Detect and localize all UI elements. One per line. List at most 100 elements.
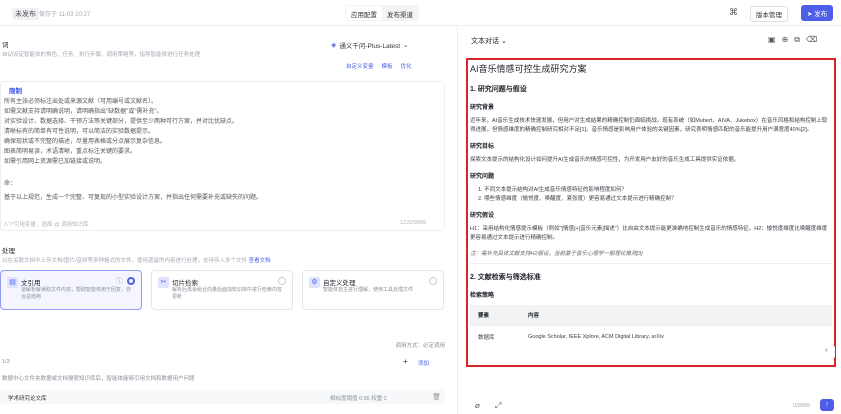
delete-icon[interactable]: ⌫ bbox=[806, 35, 817, 45]
prompt-label: 词 bbox=[2, 42, 9, 49]
config-pane: 词 自动设定智能体的角色、任务、执行步骤、调用策略等，指导智能体进行任务处理 ◈… bbox=[0, 26, 457, 414]
collapse-chevron-icon[interactable]: ‹ bbox=[825, 345, 835, 359]
kb-item[interactable]: 学术研究论文库 相似度阈值 0.65 权重 2 🗑 bbox=[0, 390, 445, 404]
prompt-line: 清晰标有的简单有可性说明，可以简洁的实验数据提示。 bbox=[4, 129, 155, 135]
paragraph: 探索文本提示的结构化设计如何提升AI生成音乐的情感可控性，为开发用户友好的音乐生… bbox=[470, 157, 740, 163]
kb-item-meta: 相似度阈值 0.65 权重 2 bbox=[330, 396, 387, 402]
subheading: 研究假设 bbox=[470, 213, 495, 219]
save-icon[interactable]: ▣ bbox=[768, 35, 776, 45]
prompt-heading: 限制 bbox=[9, 88, 22, 95]
copy-icon[interactable]: ⧉ bbox=[794, 35, 800, 45]
table-header: 要素 bbox=[470, 305, 520, 326]
table-header-row: 要素 内容 bbox=[470, 305, 832, 326]
card-title: 文引用 bbox=[21, 280, 41, 287]
table-cell: Google Scholar, IEEE Xplore, ACM Digital… bbox=[520, 325, 832, 348]
share-icon[interactable]: ⊕ bbox=[782, 35, 789, 45]
view-docs-link[interactable]: 查看文档 bbox=[249, 258, 271, 264]
table-header: 内容 bbox=[520, 305, 832, 326]
doc-icon: ▤ bbox=[7, 277, 18, 288]
template-button[interactable]: 模板 bbox=[382, 62, 393, 70]
card-desc: 解析后再会组合向量后面加知识库中进行检索内容更新 bbox=[172, 287, 283, 300]
card-file-reference[interactable]: ▤ 文引用 适解析解读取文件内容，帮助智能体用于回复，自合总结用 ⓘ bbox=[0, 270, 142, 310]
prompt-line: 确保现状或不完整的描述，尽量用表格或分点展示复杂信息。 bbox=[4, 139, 167, 145]
card-custom-processing[interactable]: ⚙ 自定义处理 智能体自主进行理解，使用工具处理文件 bbox=[302, 270, 444, 310]
kb-desc: 数据中心文件夹数据或文档搜索知识库后，智能体能够引用文档和数据用户问题 bbox=[2, 376, 195, 382]
saved-timestamp: 保存于 11-03 20:27 bbox=[39, 12, 91, 18]
prompt-line: 所有主张必须标注出处或来源文献（可用编号或文献名）。 bbox=[4, 99, 158, 105]
kb-item-name: 学术研究论文库 bbox=[8, 396, 47, 402]
response-document: AI音乐情感可控生成研究方案 1. 研究问题与假设 研究背景 近年来，AI音乐生… bbox=[466, 58, 836, 367]
tab-app-config[interactable]: 应用配置 bbox=[346, 6, 382, 20]
model-select[interactable]: ◈ 通义千问-Plus-Latest ⌄ bbox=[331, 39, 443, 51]
card-slice-search[interactable]: ✂ 切片检索 解析后再会组合向量后面加知识库中进行检索内容更新 bbox=[151, 270, 293, 310]
kb-count: 1/3 bbox=[2, 359, 10, 365]
chat-title-text: 文本对话 bbox=[471, 38, 499, 45]
card-title: 切片检索 bbox=[172, 280, 198, 287]
file-processing-text: 以在关联文档中上传文档/图片/音频等多种格式的文件，使用遗留的内容进行处理，支持… bbox=[2, 258, 248, 264]
paragraph: 近年来，AI音乐生成技术快速发展，但用户对生成结果的精确控制仍面临挑战。现有系统… bbox=[470, 118, 828, 133]
custom-icon: ⚙ bbox=[309, 277, 320, 288]
section-heading: 1. 研究问题与假设 bbox=[470, 86, 527, 93]
tab-publish-channel[interactable]: 发布渠道 bbox=[382, 6, 418, 20]
paragraph: H1：采用结构化情感提示模板（例如"[情感]+[音乐元素]描述"）比自由文本提示… bbox=[470, 226, 828, 241]
note: 注：需补充具体文献支持H2假设，当前基于音乐心理学一般理论推测[3] bbox=[470, 251, 643, 257]
doc-title: AI音乐情感可控生成研究方案 bbox=[470, 64, 587, 74]
card-desc: 智能体自主进行理解，使用工具处理文件 bbox=[323, 287, 414, 293]
radio-selected[interactable] bbox=[127, 277, 135, 285]
send-button[interactable]: ↑ bbox=[820, 399, 834, 411]
prompt-line: 基于以上规范，生成一个完整、可复现的小型实验设计方案，并指出任何需要补充或缺失的… bbox=[4, 195, 263, 201]
subheading: 研究问题 bbox=[470, 174, 495, 180]
prompt-line: 如需文献支持请明确说明，请明确指出"缺数据"或"需补充"。 bbox=[4, 109, 163, 115]
prompt-tools: 自定义变量 模板 优化 bbox=[346, 62, 412, 70]
file-processing-desc: 以在关联文档中上传文档/图片/音频等多种格式的文件，使用遗留的内容进行处理，支持… bbox=[2, 256, 271, 264]
prompt-line: 对实验设计、数据选择、干预方法等关键部分，提供至少两种可行方案，并对比优缺点。 bbox=[4, 119, 239, 125]
info-icon[interactable]: ⓘ bbox=[116, 276, 123, 286]
subheading: 研究背景 bbox=[470, 105, 495, 111]
top-bar: 未发布 保存于 11-03 20:27 应用配置 发布渠道 ⌘ 版本管理 ➤ 发… bbox=[0, 0, 841, 26]
call-method-select[interactable]: 调用方式：必定调用 bbox=[395, 341, 445, 349]
prompt-footer-hint: 入"/"引用变量，选择 @ 调用知识库 bbox=[3, 222, 89, 228]
chat-title[interactable]: 文本对话 ⌄ bbox=[471, 36, 507, 46]
prompt-line: 命： bbox=[4, 181, 17, 187]
delete-icon[interactable]: 🗑 bbox=[432, 393, 441, 401]
table-cell: 数据库 bbox=[470, 325, 520, 348]
section-heading: 2. 文献检索与筛选标准 bbox=[470, 274, 541, 281]
prompt-editor[interactable]: 限制 所有主张必须标注出处或来源文献（可用编号或文献名）。 如需文献支持请明确说… bbox=[0, 81, 445, 231]
model-name: 通义千问-Plus-Latest bbox=[339, 43, 401, 50]
grid-icon[interactable]: ⌘ bbox=[729, 7, 738, 18]
slice-icon: ✂ bbox=[158, 277, 169, 288]
mode-tabs: 应用配置 发布渠道 bbox=[345, 5, 419, 21]
chat-toolbar: ▣ ⊕ ⧉ ⌫ bbox=[768, 35, 817, 45]
strategy-table: 要素 内容 数据库 Google Scholar, IEEE Xplore, A… bbox=[470, 305, 832, 348]
chat-input-bar: ⌀ ⤢ 0/9999 ↑ bbox=[466, 398, 836, 412]
publish-label: 发布 bbox=[814, 11, 828, 18]
file-processing-title: 处理 bbox=[2, 248, 15, 255]
model-icon: ◈ bbox=[331, 42, 337, 49]
card-title: 自定义处理 bbox=[323, 280, 356, 287]
version-button[interactable]: 版本管理 bbox=[750, 6, 788, 22]
prompt-char-count: 1222/9999 bbox=[400, 220, 426, 226]
add-button[interactable]: 添加 bbox=[418, 359, 429, 367]
table-row: 数据库 Google Scholar, IEEE Xplore, ACM Dig… bbox=[470, 325, 832, 348]
publish-button[interactable]: ➤ 发布 bbox=[801, 5, 834, 21]
prompt-line: 如需引用网上资源需已加链接或说明。 bbox=[4, 159, 107, 165]
radio[interactable] bbox=[278, 277, 286, 285]
card-desc: 适解析解读取文件内容，帮助智能体用于回复，自合总结用 bbox=[21, 287, 132, 300]
input-char-count: 0/9999 bbox=[793, 403, 810, 409]
radio[interactable] bbox=[429, 277, 437, 285]
subheading: 研究目标 bbox=[470, 144, 495, 150]
custom-variable-button[interactable]: 自定义变量 bbox=[346, 62, 374, 70]
plus-icon[interactable]: + bbox=[403, 357, 408, 366]
expand-icon[interactable]: ⤢ bbox=[495, 401, 501, 411]
pane-divider bbox=[457, 26, 458, 414]
chevron-down-icon: ⌄ bbox=[403, 42, 409, 49]
subheading: 检索策略 bbox=[470, 293, 495, 299]
list-item: 2. 哪些情感维度（愉悦度、唤醒度、紧张度）更容易通过文本提示进行精确控制？ bbox=[478, 196, 677, 202]
prompt-hint: 自动设定智能体的角色、任务、执行步骤、调用策略等，指导智能体进行任务处理 bbox=[2, 52, 201, 58]
prompt-line: 图表简明易读，术语清晰，重点标注关键的要求。 bbox=[4, 149, 137, 155]
status-badge: 未发布 bbox=[12, 8, 39, 20]
list-item: 1. 不同文本提示结构对AI生成音乐情感特征的影响程度如何？ bbox=[478, 187, 627, 193]
divider bbox=[470, 263, 832, 264]
attach-icon[interactable]: ⌀ bbox=[475, 401, 480, 410]
optimize-button[interactable]: 优化 bbox=[401, 62, 412, 70]
